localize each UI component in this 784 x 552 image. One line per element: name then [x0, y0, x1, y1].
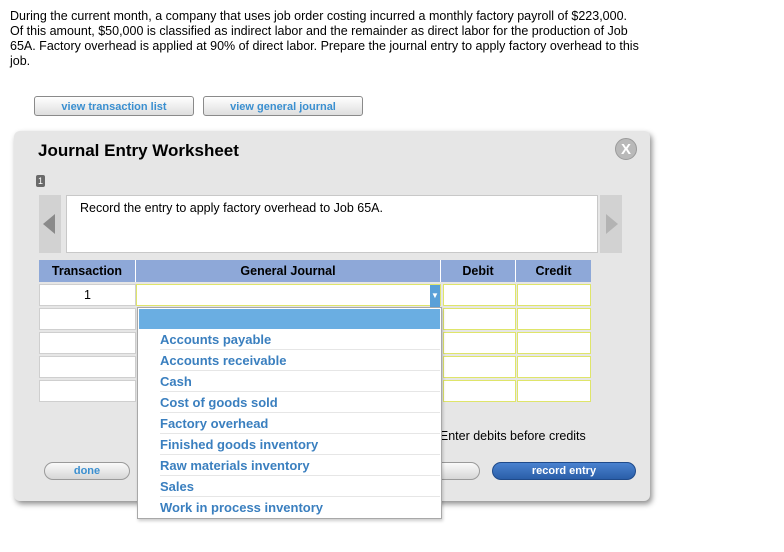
page-number-badge: 1	[36, 175, 45, 187]
account-select[interactable]: ▼	[136, 284, 441, 307]
prev-arrow-icon[interactable]	[39, 195, 61, 253]
column-header-general-journal: General Journal	[136, 260, 441, 282]
worksheet-title: Journal Entry Worksheet	[38, 141, 239, 160]
credit-input[interactable]	[517, 356, 591, 378]
credit-input[interactable]	[517, 308, 591, 330]
column-header-debit: Debit	[441, 260, 516, 282]
view-transaction-list-button[interactable]: view transaction list	[34, 96, 194, 116]
debit-input[interactable]	[443, 308, 516, 330]
transaction-cell	[39, 356, 136, 378]
account-dropdown-list: Accounts payable Accounts receivable Cas…	[137, 307, 442, 519]
debits-before-credits-note: *Enter debits before credits	[435, 429, 586, 443]
done-button[interactable]: done	[44, 462, 130, 480]
debit-input[interactable]	[443, 356, 516, 378]
account-option[interactable]: Factory overhead	[160, 413, 440, 434]
dropdown-highlight-empty-option[interactable]	[139, 309, 440, 329]
column-header-transaction: Transaction	[39, 260, 136, 282]
account-option[interactable]: Sales	[160, 476, 440, 497]
debit-input[interactable]	[443, 332, 516, 354]
transaction-cell: 1	[39, 284, 136, 306]
credit-input[interactable]	[517, 284, 591, 306]
transaction-cell	[39, 332, 136, 354]
record-entry-button[interactable]: record entry	[492, 462, 636, 480]
credit-input[interactable]	[517, 380, 591, 402]
account-option[interactable]: Cost of goods sold	[160, 392, 440, 413]
column-header-credit: Credit	[516, 260, 591, 282]
instruction-text: Record the entry to apply factory overhe…	[80, 201, 383, 215]
debit-input[interactable]	[443, 284, 516, 306]
question-text: During the current month, a company that…	[10, 9, 639, 68]
view-general-journal-button[interactable]: view general journal	[203, 96, 363, 116]
account-option[interactable]: Accounts payable	[160, 329, 440, 350]
dropdown-arrow-icon[interactable]: ▼	[430, 285, 440, 307]
account-option[interactable]: Finished goods inventory	[160, 434, 440, 455]
transaction-cell	[39, 308, 136, 330]
close-icon[interactable]: X	[615, 138, 637, 160]
next-arrow-icon[interactable]	[600, 195, 622, 253]
account-option[interactable]: Accounts receivable	[160, 350, 440, 371]
credit-input[interactable]	[517, 332, 591, 354]
account-option[interactable]: Work in process inventory	[160, 497, 440, 518]
transaction-cell	[39, 380, 136, 402]
instruction-box: Record the entry to apply factory overhe…	[66, 195, 598, 253]
debit-input[interactable]	[443, 380, 516, 402]
account-option[interactable]: Raw materials inventory	[160, 455, 440, 476]
account-option[interactable]: Cash	[160, 371, 440, 392]
